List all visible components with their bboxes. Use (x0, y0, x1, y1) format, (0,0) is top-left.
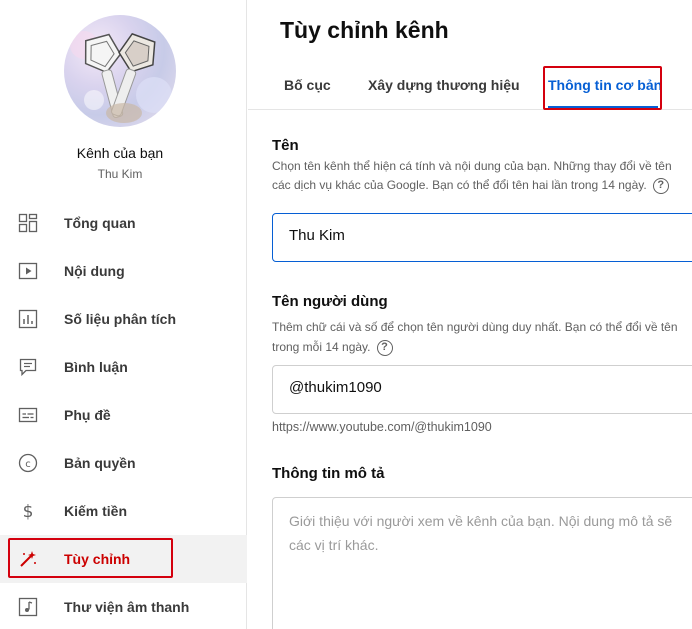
handle-input[interactable] (289, 379, 692, 396)
avatar-image (70, 31, 172, 123)
handle-field[interactable] (272, 365, 692, 414)
handle-section-desc-line1: Thêm chữ cái và số để chọn tên người dùn… (272, 320, 678, 334)
active-tab-indicator (548, 106, 658, 109)
sidebar-item-dashboard[interactable]: Tổng quan (0, 199, 247, 247)
channel-title: Kênh của bạn (76, 145, 164, 161)
description-textarea[interactable] (289, 509, 692, 629)
channel-avatar[interactable] (64, 15, 176, 127)
name-section-title: Tên (272, 137, 299, 154)
subtitles-icon (18, 407, 38, 423)
analytics-icon (18, 309, 38, 329)
customization-icon (20, 551, 36, 567)
channel-url: https://www.youtube.com/@thukim1090 (272, 420, 492, 434)
tab-branding[interactable]: Xây dựng thương hiệu (368, 77, 520, 93)
sidebar-item-copyright[interactable]: c Bản quyền (0, 439, 247, 487)
sidebar-item-label: Số liệu phân tích (64, 311, 177, 327)
sidebar-item-label: Thư viện âm thanh (64, 599, 190, 615)
channel-name-field[interactable] (272, 213, 692, 262)
sidebar-item-label: Tổng quan (64, 215, 136, 231)
page-title: Tùy chỉnh kênh (280, 17, 449, 43)
sidebar-item-audio-library[interactable]: Thư viện âm thanh (0, 583, 247, 629)
sidebar-item-label: Tùy chỉnh (64, 551, 131, 567)
tab-layout[interactable]: Bố cục (284, 77, 331, 93)
sidebar-item-subtitles[interactable]: Phụ đề (0, 391, 247, 439)
name-section-desc-line2: các dịch vụ khác của Google. Bạn có thể … (272, 178, 647, 192)
sidebar-item-content[interactable]: Nội dung (0, 247, 247, 295)
sidebar-item-analytics[interactable]: Số liệu phân tích (0, 295, 247, 343)
dashboard-icon (18, 213, 38, 233)
copyright-icon: c (18, 453, 38, 473)
sidebar-nav: Tổng quan Nội dung Số liệu phân tích Bìn… (0, 199, 247, 629)
description-section-title: Thông tin mô tả (272, 465, 385, 482)
help-icon[interactable]: ? (652, 177, 669, 194)
audio-library-icon (18, 597, 38, 617)
sidebar-item-monetization[interactable]: $ Kiếm tiền (0, 487, 247, 535)
handle-section-desc-line2-row: trong mỗi 14 ngày.? (272, 338, 692, 357)
sidebar-item-label: Phụ đề (64, 407, 111, 423)
name-section-desc-line1: Chọn tên kênh thể hiện cá tính và nội du… (272, 159, 672, 173)
sidebar: Kênh của bạn Thu Kim Tổng quan Nội dung (0, 0, 247, 629)
channel-name-input[interactable] (289, 227, 692, 244)
svg-text:$: $ (23, 502, 34, 521)
sidebar-item-customization[interactable]: Tùy chỉnh (0, 535, 247, 583)
monetization-icon: $ (23, 502, 34, 521)
tab-bar: Bố cục Xây dựng thương hiệu Thông tin cơ… (248, 62, 692, 110)
name-section-desc-line2-row: các dịch vụ khác của Google. Bạn có thể … (272, 176, 692, 195)
sidebar-item-label: Bình luận (64, 359, 128, 375)
handle-section-desc-line2: trong mỗi 14 ngày. (272, 340, 371, 354)
sidebar-item-comments[interactable]: Bình luận (0, 343, 247, 391)
sidebar-item-label: Nội dung (64, 263, 125, 279)
main-content: Tùy chỉnh kênh Bố cục Xây dựng thương hi… (248, 0, 692, 629)
tab-basic-info[interactable]: Thông tin cơ bản (548, 77, 662, 93)
channel-name: Thu Kim (97, 167, 143, 181)
comments-icon (19, 358, 37, 377)
sidebar-item-label: Bản quyền (64, 455, 136, 471)
description-field[interactable] (272, 497, 692, 629)
svg-text:c: c (25, 459, 31, 470)
help-icon[interactable]: ? (376, 339, 393, 356)
sidebar-item-label: Kiếm tiền (64, 503, 128, 519)
content-icon (18, 262, 38, 280)
handle-section-title: Tên người dùng (272, 293, 388, 310)
